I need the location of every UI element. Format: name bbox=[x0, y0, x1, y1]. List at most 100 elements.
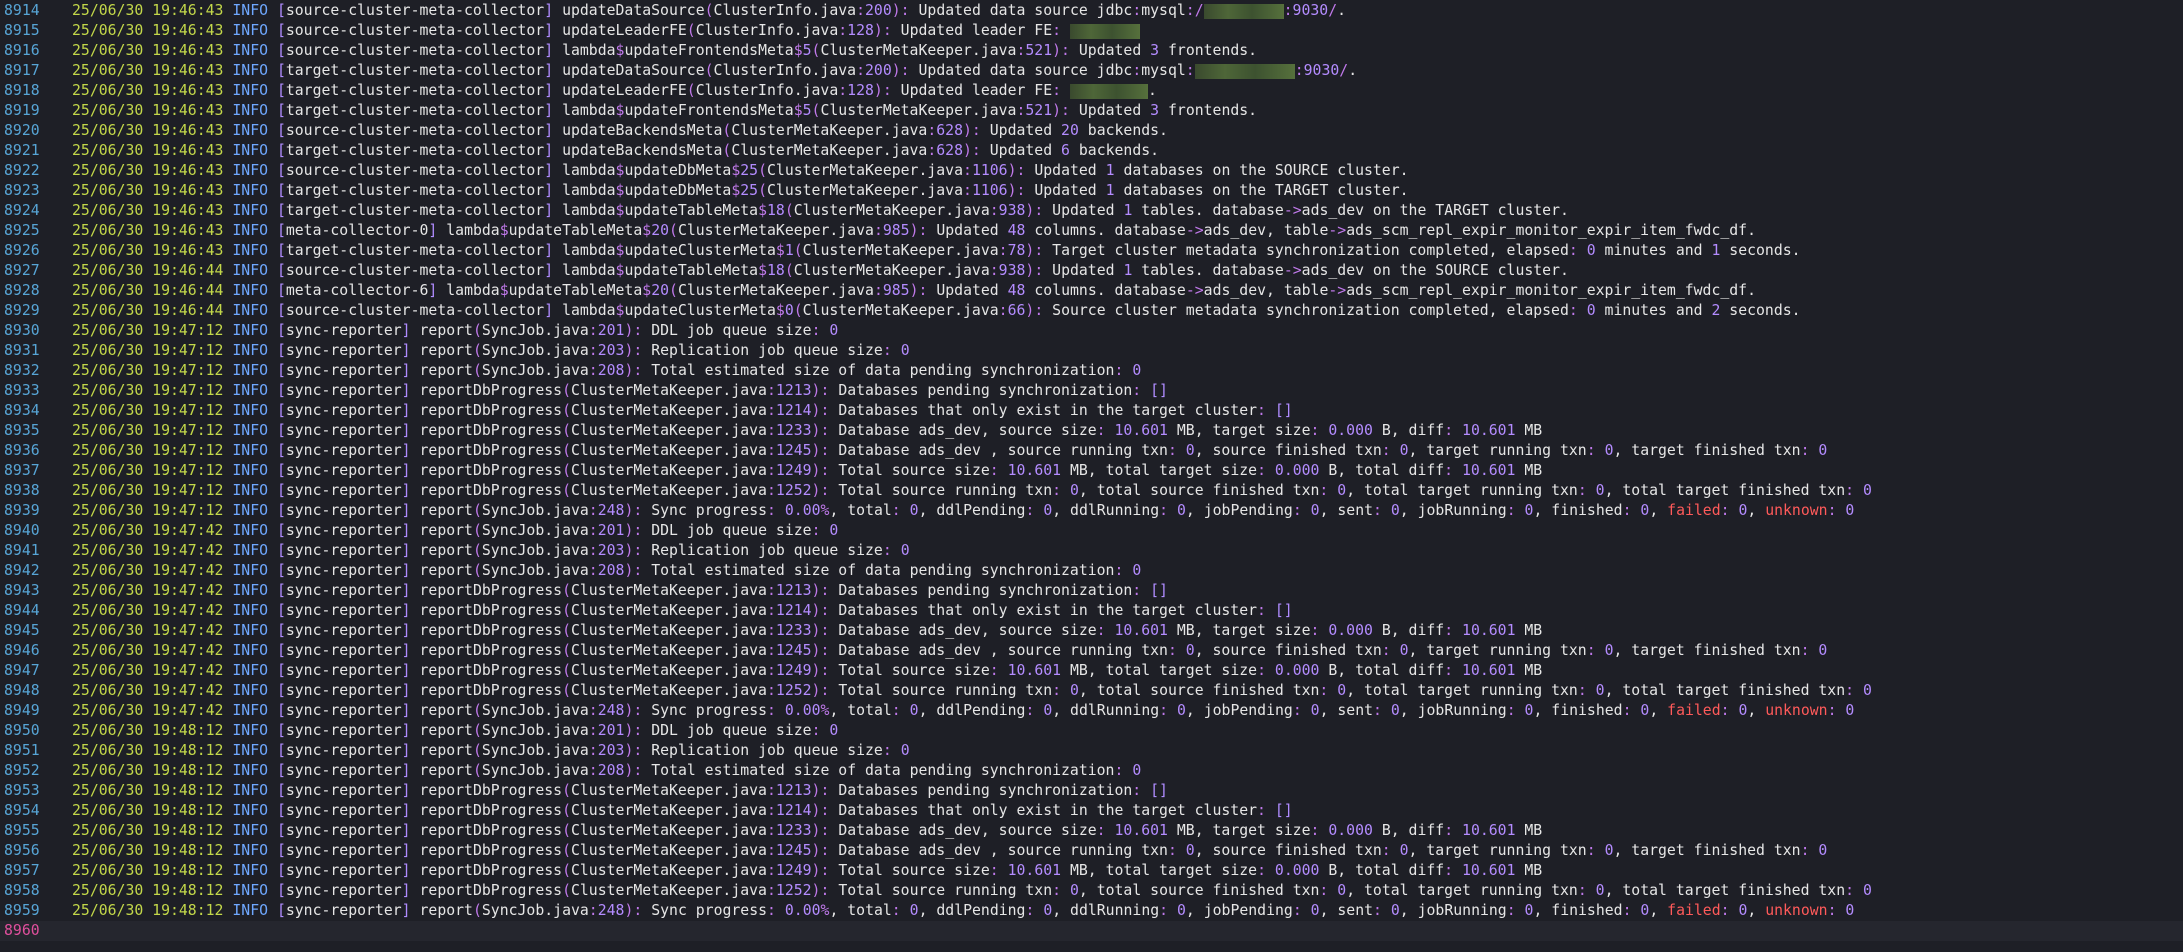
method: lambda$updateDbMeta$25 bbox=[562, 182, 759, 199]
log-line[interactable]: 8940 25/06/30 19:47:42 INFO [sync-reporte… bbox=[0, 521, 2183, 541]
log-line[interactable]: 8944 25/06/30 19:47:42 INFO [sync-reporte… bbox=[0, 601, 2183, 621]
log-line[interactable]: 8929 25/06/30 19:46:44 INFO [source-clust… bbox=[0, 301, 2183, 321]
log-level: INFO bbox=[232, 102, 269, 119]
log-line[interactable]: 8938 25/06/30 19:47:12 INFO [sync-reporte… bbox=[0, 481, 2183, 501]
method: report bbox=[419, 502, 473, 519]
log-text: 25/06/30 19:47:12 INFO [sync-reporter] r… bbox=[72, 442, 1828, 459]
log-line[interactable]: 8959 25/06/30 19:48:12 INFO [sync-reporte… bbox=[0, 901, 2183, 921]
line-number: 8958 bbox=[4, 882, 40, 899]
log-level: INFO bbox=[232, 742, 269, 759]
log-line[interactable]: 8958 25/06/30 19:48:12 INFO [sync-reporte… bbox=[0, 881, 2183, 901]
log-text: 25/06/30 19:47:42 INFO [sync-reporter] r… bbox=[72, 562, 1142, 579]
log-text: 25/06/30 19:46:43 INFO [target-cluster-m… bbox=[72, 242, 1801, 259]
log-line[interactable]: 8943 25/06/30 19:47:42 INFO [sync-reporte… bbox=[0, 581, 2183, 601]
log-line[interactable]: 8931 25/06/30 19:47:12 INFO [sync-reporte… bbox=[0, 341, 2183, 361]
log-line[interactable]: 8920 25/06/30 19:46:43 INFO [source-clust… bbox=[0, 121, 2183, 141]
log-line[interactable]: 8950 25/06/30 19:48:12 INFO [sync-reporte… bbox=[0, 721, 2183, 741]
log-level: INFO bbox=[232, 222, 269, 239]
log-message: Updated 1 tables. database->ads_dev on t… bbox=[1052, 202, 1569, 219]
log-text: 25/06/30 19:46:43 INFO [source-cluster-m… bbox=[72, 2, 1347, 19]
log-line[interactable]: 8926 25/06/30 19:46:43 INFO [target-clust… bbox=[0, 241, 2183, 261]
log-line[interactable]: 8915 25/06/30 19:46:43 INFO [source-clust… bbox=[0, 21, 2183, 41]
timestamp: 25/06/30 19:47:42 bbox=[72, 582, 224, 599]
current-line[interactable]: 8960 bbox=[0, 921, 2183, 941]
log-text: 25/06/30 19:48:12 INFO [sync-reporter] r… bbox=[72, 862, 1543, 879]
line-number: 8926 bbox=[4, 242, 40, 259]
method: updateDataSource bbox=[562, 62, 705, 79]
log-line[interactable]: 8925 25/06/30 19:46:43 INFO [meta-collect… bbox=[0, 221, 2183, 241]
timestamp: 25/06/30 19:47:12 bbox=[72, 342, 224, 359]
log-level: INFO bbox=[232, 82, 269, 99]
log-line[interactable]: 8918 25/06/30 19:46:43 INFO [target-clust… bbox=[0, 81, 2183, 101]
log-line[interactable]: 8937 25/06/30 19:47:12 INFO [sync-reporte… bbox=[0, 461, 2183, 481]
line-number: 8928 bbox=[4, 282, 40, 299]
log-message: Sync progress: 0.00%, total: 0, ddlPendi… bbox=[651, 902, 1855, 919]
log-line[interactable]: 8932 25/06/30 19:47:12 INFO [sync-reporte… bbox=[0, 361, 2183, 381]
log-line[interactable]: 8927 25/06/30 19:46:44 INFO [source-clust… bbox=[0, 261, 2183, 281]
log-message: Updated data source jdbc:mysql:/ bbox=[918, 2, 1204, 19]
log-level: INFO bbox=[232, 702, 269, 719]
line-number: 8945 bbox=[4, 622, 40, 639]
timestamp: 25/06/30 19:47:12 bbox=[72, 382, 224, 399]
log-line[interactable]: 8930 25/06/30 19:47:12 INFO [sync-reporte… bbox=[0, 321, 2183, 341]
redacted-block bbox=[1069, 83, 1148, 99]
log-message: Updated 1 databases on the TARGET cluste… bbox=[1034, 182, 1409, 199]
log-line[interactable]: 8947 25/06/30 19:47:42 INFO [sync-reporte… bbox=[0, 661, 2183, 681]
timestamp: 25/06/30 19:48:12 bbox=[72, 782, 224, 799]
log-text: 25/06/30 19:46:43 INFO [target-cluster-m… bbox=[72, 82, 1157, 99]
log-level: INFO bbox=[232, 682, 269, 699]
log-line[interactable]: 8916 25/06/30 19:46:43 INFO [source-clust… bbox=[0, 41, 2183, 61]
log-text: 25/06/30 19:46:44 INFO [source-cluster-m… bbox=[72, 262, 1569, 279]
log-line[interactable]: 8921 25/06/30 19:46:43 INFO [target-clust… bbox=[0, 141, 2183, 161]
log-line[interactable]: 8936 25/06/30 19:47:12 INFO [sync-reporte… bbox=[0, 441, 2183, 461]
log-line[interactable]: 8955 25/06/30 19:48:12 INFO [sync-reporte… bbox=[0, 821, 2183, 841]
log-line[interactable]: 8954 25/06/30 19:48:12 INFO [sync-reporte… bbox=[0, 801, 2183, 821]
timestamp: 25/06/30 19:48:12 bbox=[72, 902, 224, 919]
timestamp: 25/06/30 19:47:42 bbox=[72, 682, 224, 699]
thread-name: source-cluster-meta-collector bbox=[285, 42, 545, 59]
log-line[interactable]: 8945 25/06/30 19:47:42 INFO [sync-reporte… bbox=[0, 621, 2183, 641]
log-line[interactable]: 8951 25/06/30 19:48:12 INFO [sync-reporte… bbox=[0, 741, 2183, 761]
timestamp: 25/06/30 19:47:42 bbox=[72, 702, 224, 719]
log-text: 25/06/30 19:47:12 INFO [sync-reporter] r… bbox=[72, 422, 1543, 439]
log-line[interactable]: 8934 25/06/30 19:47:12 INFO [sync-reporte… bbox=[0, 401, 2183, 421]
log-text: 25/06/30 19:48:12 INFO [sync-reporter] r… bbox=[72, 902, 1855, 919]
log-line[interactable]: 8942 25/06/30 19:47:42 INFO [sync-reporte… bbox=[0, 561, 2183, 581]
log-line[interactable]: 8923 25/06/30 19:46:43 INFO [target-clust… bbox=[0, 181, 2183, 201]
log-message: Total source running txn: 0, total sourc… bbox=[838, 482, 1872, 499]
log-line[interactable]: 8946 25/06/30 19:47:42 INFO [sync-reporte… bbox=[0, 641, 2183, 661]
log-level: INFO bbox=[232, 502, 269, 519]
log-line[interactable]: 8928 25/06/30 19:46:44 INFO [meta-collect… bbox=[0, 281, 2183, 301]
method: reportDbProgress bbox=[419, 602, 563, 619]
thread-name: sync-reporter bbox=[285, 402, 402, 419]
log-viewer[interactable]: 8914 25/06/30 19:46:43 INFO [source-clust… bbox=[0, 0, 2183, 941]
log-line[interactable]: 8941 25/06/30 19:47:42 INFO [sync-reporte… bbox=[0, 541, 2183, 561]
line-number: 8941 bbox=[4, 542, 40, 559]
log-line[interactable]: 8952 25/06/30 19:48:12 INFO [sync-reporte… bbox=[0, 761, 2183, 781]
log-line[interactable]: 8935 25/06/30 19:47:12 INFO [sync-reporte… bbox=[0, 421, 2183, 441]
log-line[interactable]: 8933 25/06/30 19:47:12 INFO [sync-reporte… bbox=[0, 381, 2183, 401]
log-line[interactable]: 8914 25/06/30 19:46:43 INFO [source-clust… bbox=[0, 1, 2183, 21]
log-line[interactable]: 8919 25/06/30 19:46:43 INFO [target-clust… bbox=[0, 101, 2183, 121]
method: updateDataSource bbox=[562, 2, 705, 19]
log-line[interactable]: 8917 25/06/30 19:46:43 INFO [target-clust… bbox=[0, 61, 2183, 81]
log-text: 25/06/30 19:46:43 INFO [source-cluster-m… bbox=[72, 122, 1168, 139]
log-line[interactable]: 8948 25/06/30 19:47:42 INFO [sync-reporte… bbox=[0, 681, 2183, 701]
log-message: Database ads_dev , source running txn: 0… bbox=[838, 642, 1828, 659]
log-line[interactable]: 8924 25/06/30 19:46:43 INFO [target-clust… bbox=[0, 201, 2183, 221]
log-line[interactable]: 8922 25/06/30 19:46:43 INFO [source-clust… bbox=[0, 161, 2183, 181]
method: reportDbProgress bbox=[419, 462, 563, 479]
log-line[interactable]: 8957 25/06/30 19:48:12 INFO [sync-reporte… bbox=[0, 861, 2183, 881]
log-line[interactable]: 8949 25/06/30 19:47:42 INFO [sync-reporte… bbox=[0, 701, 2183, 721]
log-message: Total estimated size of data pending syn… bbox=[651, 562, 1142, 579]
line-number: 8933 bbox=[4, 382, 40, 399]
thread-name: sync-reporter bbox=[285, 522, 402, 539]
log-line[interactable]: 8953 25/06/30 19:48:12 INFO [sync-reporte… bbox=[0, 781, 2183, 801]
method: reportDbProgress bbox=[419, 802, 563, 819]
timestamp: 25/06/30 19:48:12 bbox=[72, 722, 224, 739]
thread-name: sync-reporter bbox=[285, 662, 402, 679]
log-line[interactable]: 8939 25/06/30 19:47:12 INFO [sync-reporte… bbox=[0, 501, 2183, 521]
log-message: Databases pending synchronization: [] bbox=[838, 582, 1168, 599]
line-number: 8951 bbox=[4, 742, 40, 759]
log-line[interactable]: 8956 25/06/30 19:48:12 INFO [sync-reporte… bbox=[0, 841, 2183, 861]
